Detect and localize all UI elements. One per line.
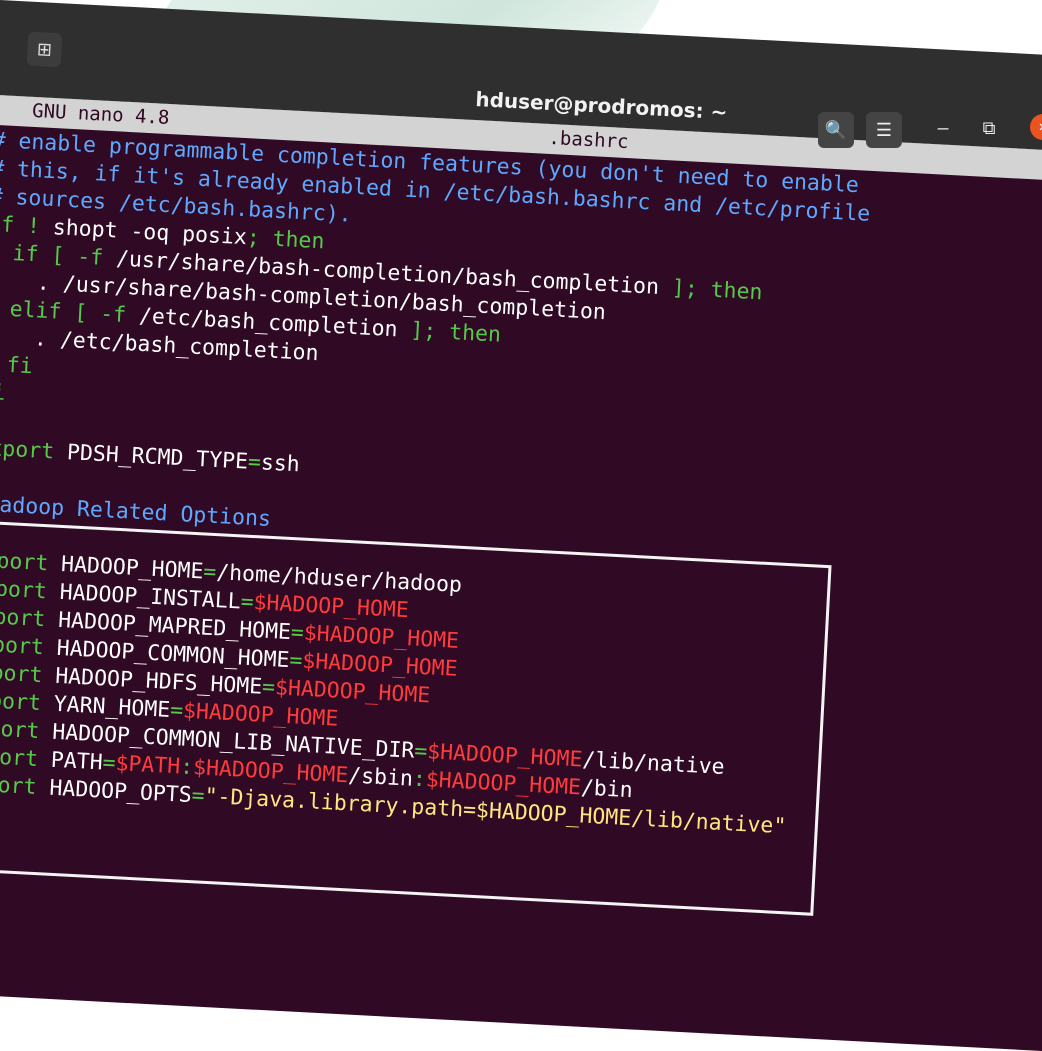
nano-version: GNU nano 4.8 xyxy=(31,99,170,130)
search-icon[interactable]: 🔍 xyxy=(818,112,854,148)
menu-icon[interactable]: ☰ xyxy=(866,112,902,148)
terminal-area[interactable]: GNU nano 4.8 .bashrc # enable programmab… xyxy=(0,94,1042,1051)
code-token: ssh xyxy=(260,450,301,478)
code-token: fi xyxy=(6,352,34,380)
hadoop-highlight-box xyxy=(0,520,832,916)
restore-icon[interactable]: ⧉ xyxy=(976,118,1002,139)
code-token: ; then xyxy=(246,225,326,255)
nano-filename: .bashrc xyxy=(547,126,630,154)
code-token: ]; then xyxy=(396,317,502,348)
code-token: if [ -f xyxy=(11,241,104,271)
window-title: hduser@prodromos: ~ xyxy=(474,87,728,125)
new-tab-icon[interactable]: ⊞ xyxy=(26,31,63,68)
code-token: export xyxy=(0,435,55,465)
code-token: ]; then xyxy=(658,274,764,306)
minimize-icon[interactable]: – xyxy=(930,118,956,139)
code-token: if ! xyxy=(0,211,41,240)
code-token: fi xyxy=(0,379,6,406)
